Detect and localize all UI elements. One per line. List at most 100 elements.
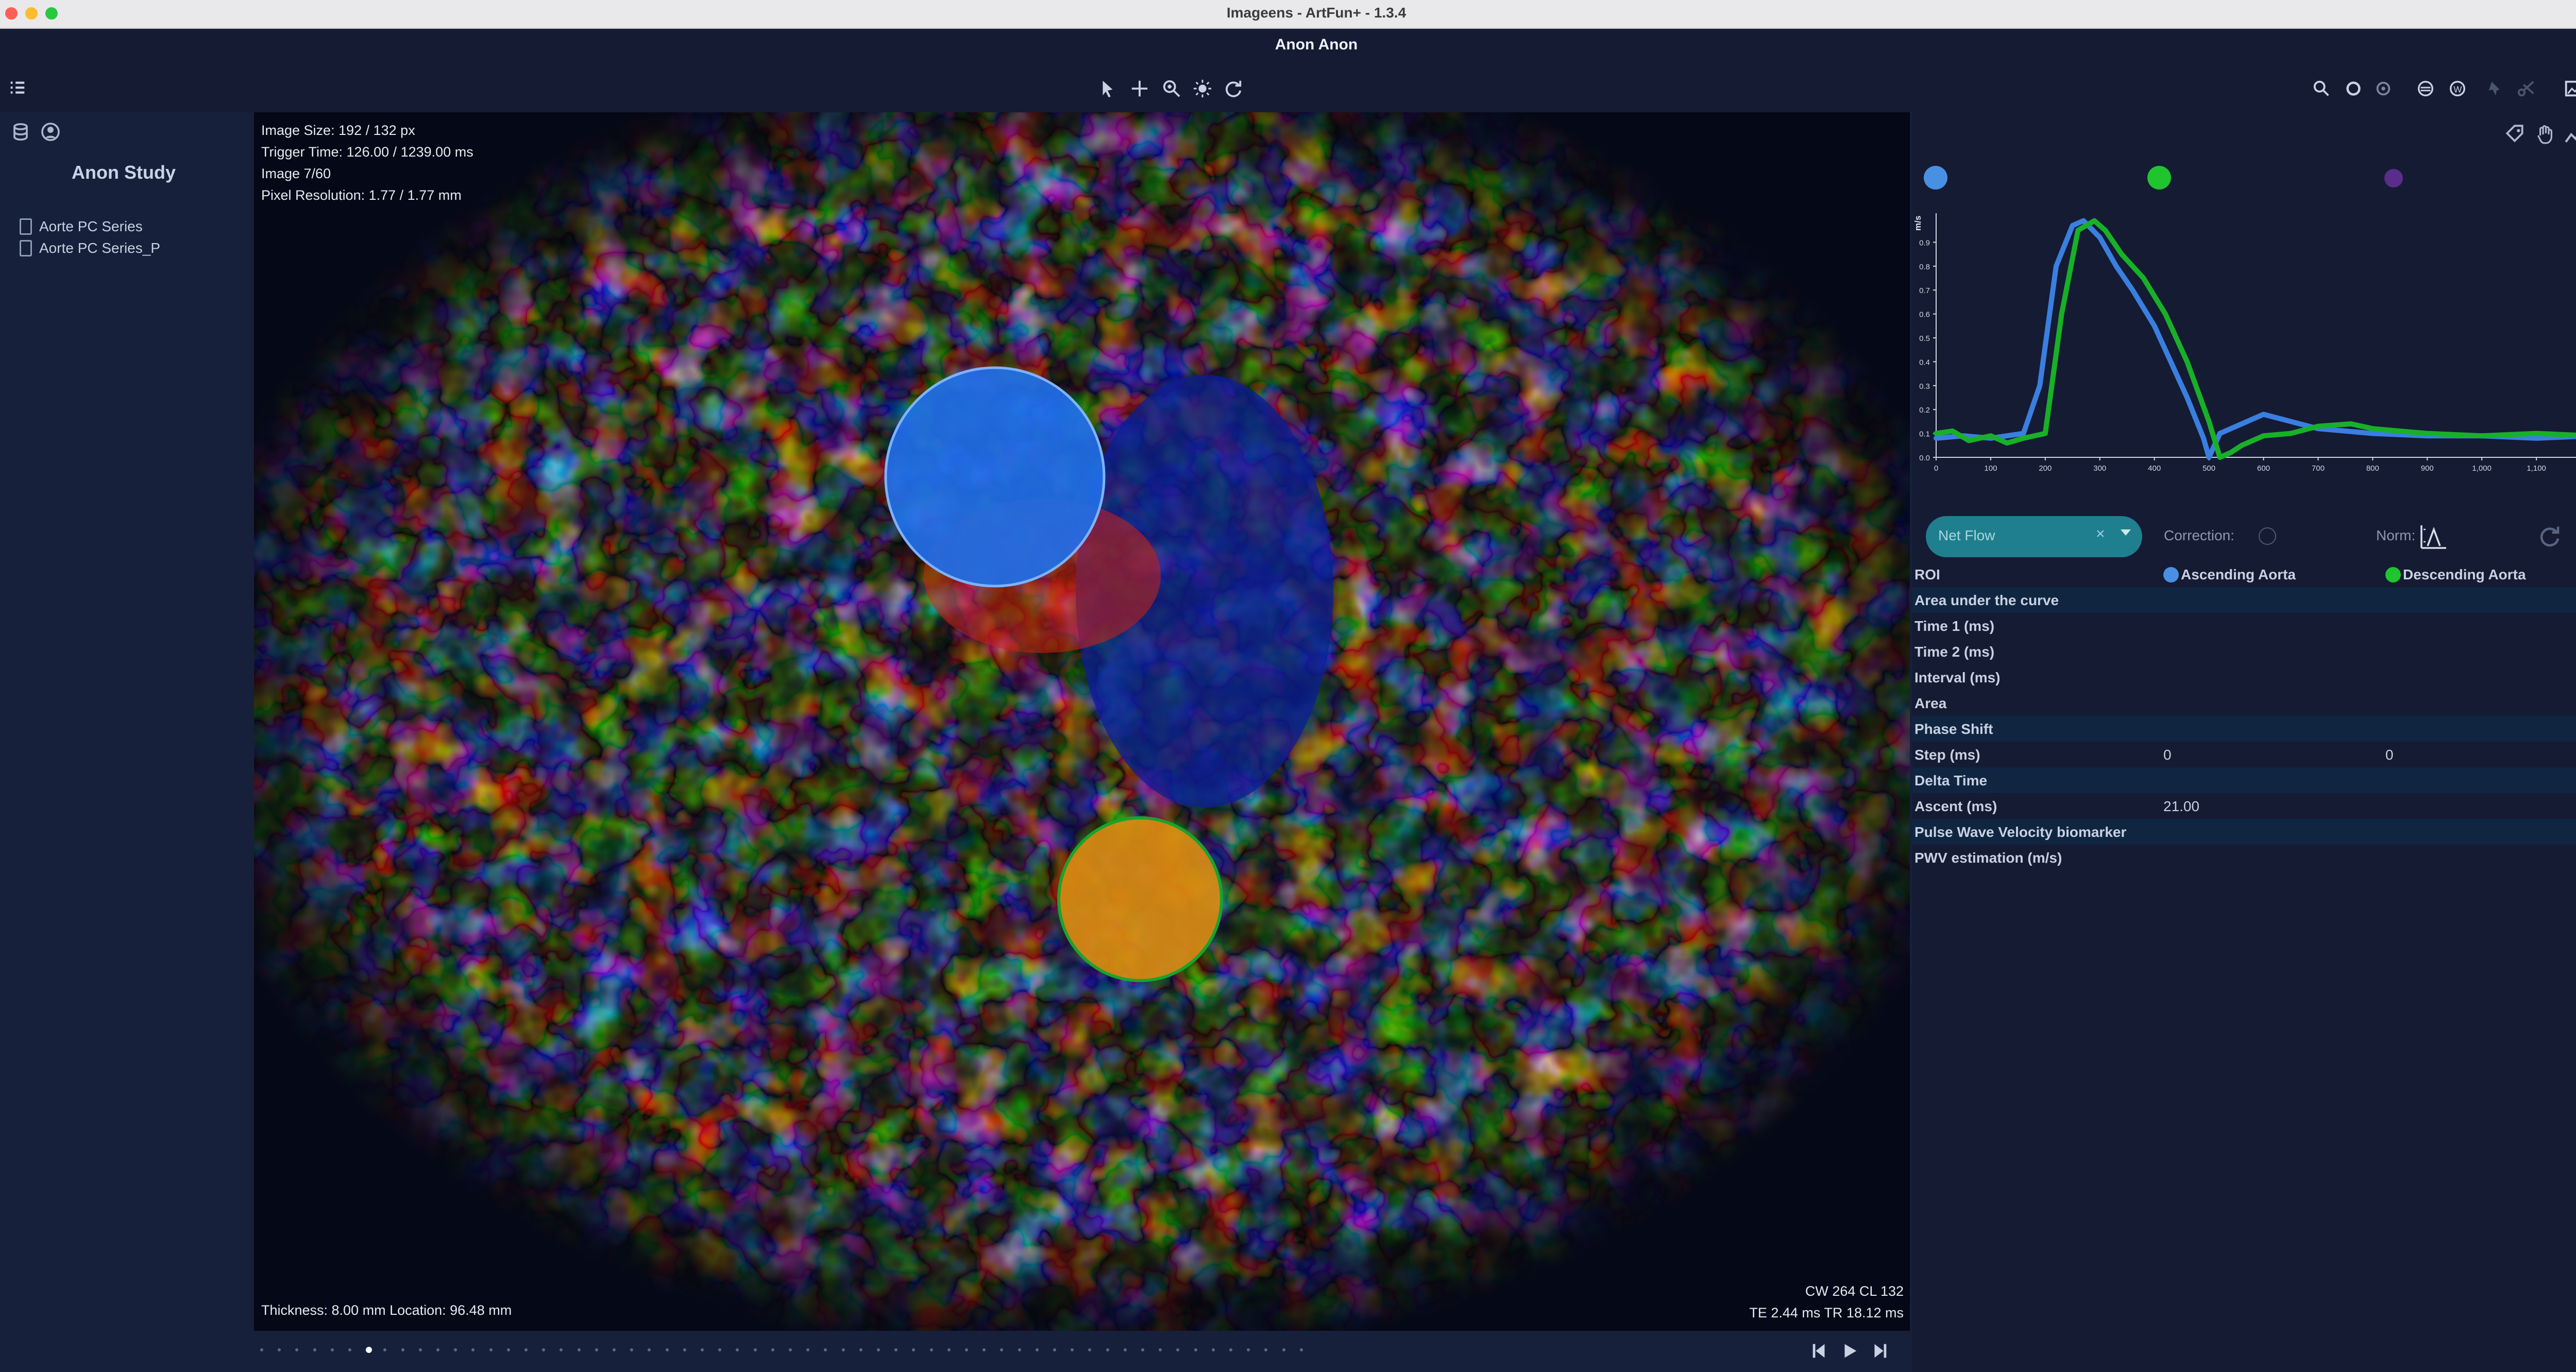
timeline-frame-dot[interactable] — [841, 1348, 845, 1351]
roi-color-dot[interactable] — [2384, 169, 2403, 187]
correction-toggle[interactable] — [2259, 527, 2276, 545]
play-icon[interactable] — [1840, 1341, 1859, 1361]
sync-icon[interactable] — [2342, 77, 2365, 100]
timeline-frame-dot[interactable] — [1088, 1348, 1092, 1351]
timeline-frame-dot[interactable] — [1264, 1348, 1268, 1351]
timeline-frame-dot[interactable] — [894, 1348, 898, 1351]
series-item[interactable]: Aorte PC Series_P — [20, 238, 160, 259]
timeline-frame-dot[interactable] — [859, 1348, 862, 1351]
timeline-frame-dot[interactable] — [753, 1348, 757, 1351]
timeline-frame-dot[interactable] — [1000, 1348, 1004, 1351]
tag-icon[interactable] — [2504, 124, 2526, 145]
timeline-frame-dot[interactable] — [718, 1348, 722, 1351]
timeline-frame-dot[interactable] — [542, 1348, 546, 1351]
timeline-frame-dot[interactable] — [701, 1348, 704, 1351]
timeline-frame-dot[interactable] — [524, 1348, 528, 1351]
timeline-frame-dot[interactable] — [1159, 1348, 1162, 1351]
descending-aorta-column[interactable]: Descending Aorta — [2385, 567, 2526, 583]
timeline-current-frame[interactable] — [366, 1347, 372, 1353]
refresh-icon[interactable] — [2538, 524, 2562, 548]
timeline-frame-dot[interactable] — [383, 1348, 387, 1351]
series-item[interactable]: Aorte PC Series — [20, 216, 143, 237]
user-icon[interactable] — [40, 122, 61, 142]
roi-color-dot[interactable] — [1924, 166, 1947, 190]
timeline-frame-dot[interactable] — [929, 1348, 933, 1351]
timeline-frame-dot[interactable] — [648, 1348, 651, 1351]
timeline-frame-dot[interactable] — [577, 1348, 581, 1351]
timeline-frame-dot[interactable] — [1229, 1348, 1232, 1351]
timeline-frame-dot[interactable] — [471, 1348, 475, 1351]
ascending-aorta-column[interactable]: Ascending Aorta — [2163, 567, 2296, 583]
timeline-frame-dot[interactable] — [595, 1348, 598, 1351]
timeline-frame-dot[interactable] — [506, 1348, 510, 1351]
metric-select[interactable]: Net Flow × — [1926, 516, 2142, 557]
roi-descending-aorta[interactable] — [1057, 816, 1223, 982]
timeline-frame-dot[interactable] — [489, 1348, 493, 1351]
timeline-frame-dot[interactable] — [278, 1348, 281, 1351]
timeline-frame-dot[interactable] — [1106, 1348, 1109, 1351]
timeline-frame-dot[interactable] — [1018, 1348, 1021, 1351]
timeline-frame-dot[interactable] — [418, 1348, 422, 1351]
timeline-frame-dot[interactable] — [789, 1348, 792, 1351]
zoom-tool-icon[interactable] — [1160, 77, 1183, 100]
timeline-frame-dot[interactable] — [965, 1348, 968, 1351]
roi-ascending-aorta[interactable] — [884, 366, 1106, 588]
flow-curve-chart[interactable]: 0.0 0.1 0.2 0.3 0.4 0.5 0.6 0.7 0.8 0.9 0 100 200 300… — [1912, 200, 2576, 493]
timeline-frame-dot[interactable] — [982, 1348, 986, 1351]
menu-list-icon[interactable] — [6, 77, 29, 100]
timeline-frame-dot[interactable] — [613, 1348, 616, 1351]
timeline-frame-dot[interactable] — [260, 1348, 263, 1351]
timeline-frame-dot[interactable] — [630, 1348, 634, 1351]
timeline-frame-dot[interactable] — [1194, 1348, 1197, 1351]
timeline-frame-dot[interactable] — [1282, 1348, 1285, 1351]
pin-disabled-icon[interactable] — [2484, 77, 2507, 100]
timeline-frame-dot[interactable] — [877, 1348, 880, 1351]
timeline-frame-dot[interactable] — [348, 1348, 351, 1351]
previous-frame-icon[interactable] — [1810, 1341, 1829, 1361]
timeline-frame-dot[interactable] — [1211, 1348, 1215, 1351]
timeline-frame-dot[interactable] — [1299, 1348, 1303, 1351]
timeline-frame-dot[interactable] — [665, 1348, 669, 1351]
next-frame-icon[interactable] — [1870, 1341, 1889, 1361]
timeline-frame-dot[interactable] — [771, 1348, 774, 1351]
reset-view-icon[interactable] — [1222, 77, 1245, 100]
phase-contrast-image[interactable] — [254, 112, 1910, 1331]
timeline-frame-dot[interactable] — [1141, 1348, 1144, 1351]
timeline-frame-dot[interactable] — [736, 1348, 739, 1351]
scissors-disabled-icon[interactable] — [2515, 77, 2538, 100]
timeline-frame-dot[interactable] — [1123, 1348, 1127, 1351]
timeline-frame-dot[interactable] — [1071, 1348, 1074, 1351]
timeline-frame-dot[interactable] — [401, 1348, 404, 1351]
hand-icon[interactable] — [2534, 124, 2555, 145]
timeline-frame-dot[interactable] — [560, 1348, 563, 1351]
crosshair-tool-icon[interactable] — [1128, 77, 1151, 100]
layers-icon[interactable] — [2414, 77, 2437, 100]
timeline-frame-dot[interactable] — [824, 1348, 827, 1351]
brightness-tool-icon[interactable] — [1191, 77, 1214, 100]
timeline-frame-dot[interactable] — [436, 1348, 439, 1351]
timeline-frame-dot[interactable] — [330, 1348, 334, 1351]
roi-color-dot[interactable] — [2147, 166, 2171, 190]
timeline-frame-dot[interactable] — [313, 1348, 316, 1351]
normalize-curve-icon[interactable] — [2419, 523, 2448, 550]
timeline-frame-dot[interactable] — [912, 1348, 916, 1351]
timeline-frame-dot[interactable] — [806, 1348, 810, 1351]
timeline-frame-dot[interactable] — [295, 1348, 299, 1351]
line-chart-icon[interactable] — [2564, 124, 2576, 145]
overlay-icon[interactable]: W — [2446, 77, 2469, 100]
timeline-frame-dot[interactable] — [947, 1348, 951, 1351]
export-image-icon[interactable] — [2562, 77, 2576, 100]
clear-icon[interactable]: × — [2096, 525, 2105, 543]
settings-icon[interactable] — [2372, 77, 2395, 100]
frame-timeline[interactable] — [254, 1335, 1910, 1366]
timeline-frame-dot[interactable] — [454, 1348, 457, 1351]
search-series-icon[interactable] — [2310, 77, 2333, 100]
timeline-frame-dot[interactable] — [1176, 1348, 1180, 1351]
timeline-frame-dot[interactable] — [1247, 1348, 1250, 1351]
chevron-down-icon[interactable] — [2121, 529, 2131, 536]
pointer-tool-icon[interactable] — [1096, 77, 1119, 100]
database-icon[interactable] — [10, 122, 31, 142]
timeline-frame-dot[interactable] — [1053, 1348, 1056, 1351]
image-viewer[interactable]: Image Size: 192 / 132 px Trigger Time: 1… — [254, 112, 1910, 1331]
timeline-frame-dot[interactable] — [1035, 1348, 1039, 1351]
